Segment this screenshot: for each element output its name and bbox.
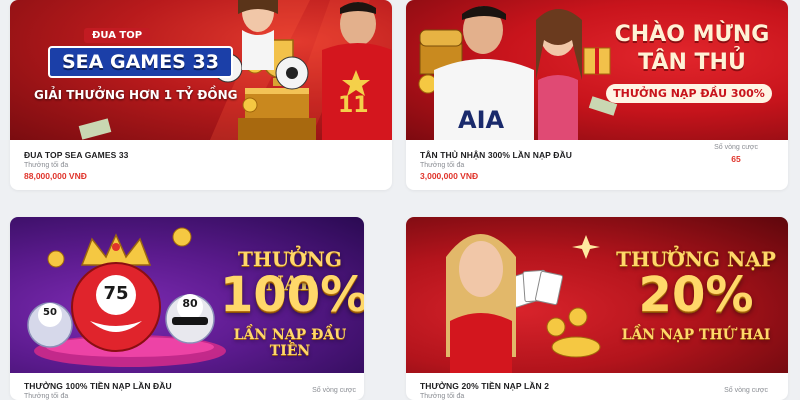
banner-pill: THƯỞNG NẠP ĐẦU 300% <box>606 84 772 103</box>
ball-right-number: 80 <box>182 297 198 310</box>
promo-card-deposit-20[interactable]: THƯỞNG NẠP 20% LẦN NẠP THỨ HAI THƯỞNG 20… <box>406 217 788 400</box>
banner-subline: GIẢI THƯỞNG HƠN 1 TỶ ĐỒNG <box>34 88 238 102</box>
promo-banner-new-member[interactable]: AIA CHÀO MỪNG TÂN THỦ THƯỞNG NẠP ĐẦU 300… <box>406 0 788 140</box>
wagering-block: Số vòng cược 65 <box>714 144 758 164</box>
banner-line3: LẦN NẠP THỨ HAI <box>621 327 771 343</box>
promo-banner-sea-games[interactable]: 11 ĐUA TOP SEA GAMES 33 GIẢI THƯỞNG HƠN … <box>10 0 392 140</box>
promo-banner-deposit-20[interactable]: THƯỞNG NẠP 20% LẦN NẠP THỨ HAI <box>406 217 788 373</box>
banner-line2: 20% <box>638 267 754 323</box>
promo-title: THƯỞNG 20% TIỀN NẠP LẦN 2 <box>420 381 550 391</box>
wagering-value: 65 <box>731 154 741 164</box>
promo-card-new-member[interactable]: AIA CHÀO MỪNG TÂN THỦ THƯỞNG NẠP ĐẦU 300… <box>406 0 788 190</box>
promo-banner-deposit-100[interactable]: 75 50 80 THƯỞNG NẠP 100% LẦN NẠP ĐẦU TIÊ… <box>10 217 364 373</box>
promo-card-deposit-100[interactable]: 75 50 80 THƯỞNG NẠP 100% LẦN NẠP ĐẦU TIÊ… <box>10 217 364 400</box>
max-reward-value: 88,000,000 VNĐ <box>24 171 87 181</box>
max-reward-label: Thưởng tối đa <box>420 393 465 400</box>
ball-big-number: 75 <box>103 283 129 304</box>
wagering-label: Số vòng cược <box>312 387 356 394</box>
wagering-label: Số vòng cược <box>724 387 768 394</box>
banner-tag: ĐUA TOP <box>84 28 151 43</box>
max-reward-label: Thưởng tối đa <box>24 162 69 169</box>
banner-line3: LẦN NẠP ĐẦU TIÊN <box>233 327 347 359</box>
promo-title: THƯỞNG 100% TIỀN NẠP LẦN ĐẦU <box>24 381 172 391</box>
max-reward-value: 3,000,000 VNĐ <box>420 171 479 181</box>
wagering-block: Số vòng cược <box>312 387 356 394</box>
promo-card-sea-games[interactable]: 11 ĐUA TOP SEA GAMES 33 GIẢI THƯỞNG HƠN … <box>10 0 392 190</box>
wagering-label: Số vòng cược <box>714 144 758 151</box>
svg-text:11: 11 <box>338 93 369 118</box>
wagering-block: Số vòng cược <box>724 387 768 394</box>
banner-line2: 100% <box>220 267 364 323</box>
promo-title: ĐUA TOP SEA GAMES 33 <box>24 150 129 160</box>
max-reward-label: Thưởng tối đa <box>24 393 69 400</box>
banner-headline: SEA GAMES 33 <box>48 46 233 78</box>
ball-left-number: 50 <box>43 307 57 318</box>
svg-text:AIA: AIA <box>458 106 505 134</box>
banner-line1: CHÀO MỪNG <box>614 22 770 47</box>
banner-line2: TÂN THỦ <box>638 50 746 75</box>
